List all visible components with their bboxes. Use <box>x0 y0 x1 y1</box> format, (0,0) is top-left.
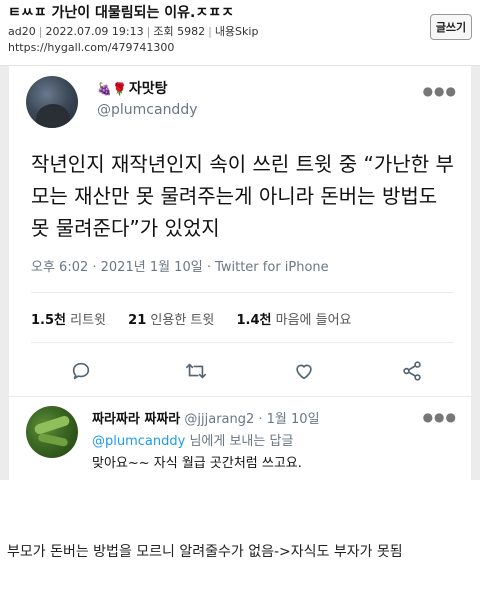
post-header: ㅌㅆㅍ 가난이 대물림되는 이유.ㅈㅍㅈ ad20 | 2022.07.09 19:… <box>0 0 480 66</box>
retweet-count: 1.5천 <box>31 313 66 328</box>
meta-separator: | <box>38 25 43 38</box>
like-icon <box>289 356 319 386</box>
post-author[interactable]: ad20 <box>8 25 36 38</box>
author-emoji: 🍇🌹 <box>97 82 127 96</box>
meta-separator: | <box>146 25 151 38</box>
like-stat: 1.4천 마음에 들어요 <box>236 313 351 328</box>
replying-to-suffix: 님에게 보내는 답글 <box>185 434 294 449</box>
tweet-screenshot: 🍇🌹 자맛탕 @plumcanddy ●●● 작년인지 재작년인지 속이 쓰린 트… <box>9 66 471 480</box>
like-label: 마음에 들어요 <box>275 313 352 328</box>
post-date: 2022.07.09 19:13 <box>45 25 144 38</box>
reply-header: 짜라짜라 짜짜라 @jjjarang2 · 1월 10일 <box>92 408 320 427</box>
author-name-text: 자맛탕 <box>128 81 168 97</box>
retweet-label: 리트윗 <box>70 313 107 328</box>
post-url[interactable]: https://hygall.com/479741300 <box>8 41 174 54</box>
replying-to: @plumcanddy 님에게 보내는 답글 <box>92 430 293 449</box>
post-views: 조회 5982 <box>153 25 206 38</box>
retweet-icon <box>181 356 211 386</box>
tweet-timestamp: 오후 6:02 · 2021년 1월 10일 · Twitter for iPh… <box>31 260 329 275</box>
quote-stat: 21 인용한 트윗 <box>128 313 214 328</box>
author-avatar <box>26 76 78 128</box>
divider <box>31 292 453 293</box>
author-handle: @plumcanddy <box>97 102 198 118</box>
divider <box>31 342 453 343</box>
meta-separator: | <box>208 25 212 38</box>
like-count: 1.4천 <box>236 313 272 328</box>
tweet-stats: 1.5천 리트윗 21 인용한 트윗 1.4천 마음에 들어요 <box>31 309 370 328</box>
retweet-stat: 1.5천 리트윗 <box>31 313 106 328</box>
tweet-text: 작년인지 재작년인지 속이 쓰린 트윗 중 “가난한 부모는 재산만 못 물려주… <box>31 152 454 240</box>
skip-link[interactable]: 내용Skip <box>215 25 259 38</box>
quote-count: 21 <box>128 313 147 328</box>
post-title: ㅌㅆㅍ 가난이 대물림되는 이유.ㅈㅍㅈ <box>8 5 235 21</box>
post-comment: 부모가 돈버는 방법을 모르니 알려줄수가 없음->자식도 부자가 못됨 <box>7 544 403 560</box>
reply-avatar <box>26 406 78 458</box>
reply-text: 맞아요~~ 자식 월급 곳간처럼 쓰고요. <box>92 456 302 471</box>
tweet-actions <box>31 356 453 386</box>
author-name: 🍇🌹 자맛탕 <box>97 78 168 98</box>
reply-mention: @plumcanddy <box>92 434 186 449</box>
reply-icon <box>66 356 96 386</box>
quote-label: 인용한 트윗 <box>150 313 215 328</box>
reply-more-options-icon: ●●● <box>422 410 457 424</box>
write-button[interactable]: 글쓰기 <box>430 14 472 40</box>
reply-author-name: 짜라짜라 짜짜라 <box>92 412 181 427</box>
divider <box>9 396 471 397</box>
post-meta: ad20 | 2022.07.09 19:13 | 조회 5982 | 내용Skip <box>8 23 258 39</box>
reply-handle-time: @jjjarang2 · 1월 10일 <box>184 412 320 427</box>
share-icon <box>397 356 427 386</box>
more-options-icon: ●●● <box>422 84 457 98</box>
